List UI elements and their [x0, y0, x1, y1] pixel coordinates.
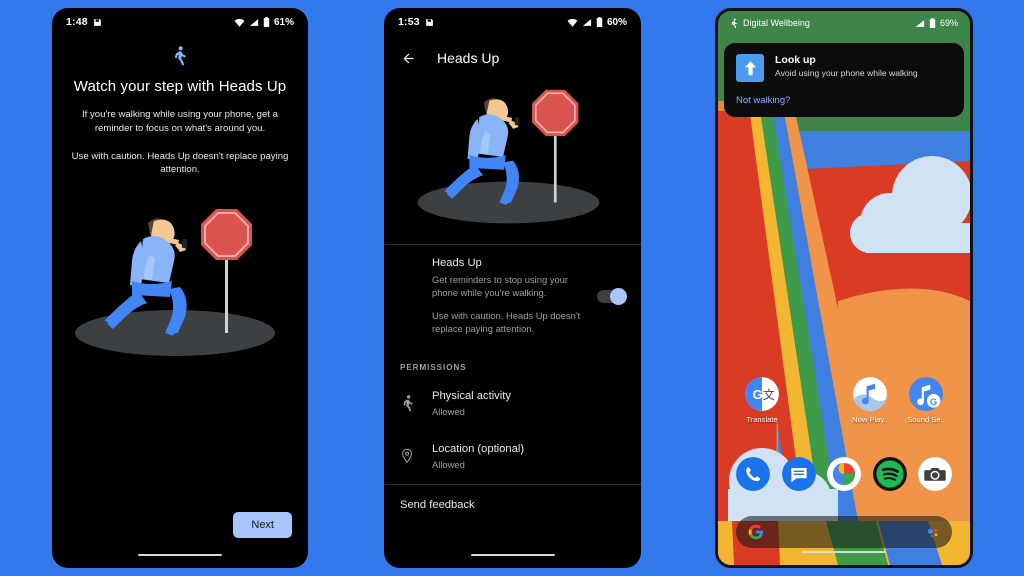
messages-icon[interactable] [781, 457, 816, 491]
next-button-wrap: Next [233, 512, 292, 538]
signal-icon [249, 18, 259, 27]
app-translate[interactable]: G 文 Translate [734, 377, 790, 424]
battery-percent: 60% [606, 16, 627, 28]
status-bar-phone2: 1:53 60% [384, 8, 641, 36]
location-pin-icon [400, 443, 418, 465]
wifi-icon [234, 18, 245, 27]
onboarding-paragraph-1: If you're walking while using your phone… [82, 108, 278, 134]
send-feedback-row[interactable]: Send feedback [384, 485, 641, 525]
walking-illustration [384, 80, 641, 244]
next-button[interactable]: Next [233, 512, 292, 538]
notification-text: Avoid using your phone while walking [775, 68, 918, 78]
not-walking-action-button[interactable]: Not walking? [736, 95, 790, 106]
dock [718, 457, 970, 491]
svg-text:G: G [753, 387, 763, 402]
phone-onboarding: 1:48 61% Watch your step with Heads Up I… [52, 8, 308, 568]
walking-person-icon [66, 46, 294, 66]
wifi-icon [567, 18, 578, 27]
permission-title: Physical activity [432, 390, 511, 403]
permission-row-physical-activity[interactable]: Physical activity Allowed [384, 378, 641, 431]
permission-status: Allowed [432, 406, 465, 418]
google-search-bar[interactable] [736, 516, 952, 548]
page-title: Heads Up [437, 50, 500, 66]
save-icon [93, 18, 102, 27]
screenshot-canvas: 1:48 61% Watch your step with Heads Up I… [0, 0, 1024, 576]
camera-icon[interactable] [918, 457, 952, 491]
notification-title: Look up [775, 54, 816, 66]
app-label: Translate [746, 415, 778, 424]
page-title: Watch your step with Heads Up [73, 78, 287, 95]
status-time: 1:48 [66, 16, 88, 28]
walking-person-icon [730, 18, 738, 29]
heads-up-notification[interactable]: Look up Avoid using your phone while wal… [724, 43, 964, 117]
status-time: 1:53 [398, 16, 420, 28]
running-person-icon [400, 390, 418, 412]
signal-icon [582, 18, 592, 27]
status-app-name: Digital Wellbeing [743, 18, 810, 28]
permissions-section-label: PERMISSIONS [400, 363, 467, 373]
home-indicator[interactable] [470, 553, 555, 556]
svg-text:文: 文 [763, 388, 775, 402]
onboarding-paragraph-2: Use with caution. Heads Up doesn't repla… [71, 150, 289, 176]
battery-icon [263, 17, 270, 27]
heads-up-desc-1: Get reminders to stop using your phone w… [432, 274, 569, 299]
heads-up-switch[interactable] [597, 287, 627, 305]
spotify-icon[interactable] [872, 457, 907, 491]
home-indicator[interactable] [138, 553, 222, 556]
phone-settings: 1:53 60% Heads Up Heads Up Get reminders… [384, 8, 641, 568]
permission-title: Location (optional) [432, 443, 525, 456]
app-now-playing[interactable]: Now Play.. [842, 377, 898, 424]
walking-illustration [66, 203, 294, 363]
app-sound-search[interactable]: G Sound Se.. [898, 377, 954, 424]
battery-percent: 61% [273, 16, 294, 28]
status-bar-phone1: 1:48 61% [52, 8, 308, 36]
save-icon [425, 18, 434, 27]
status-bar-phone3: Digital Wellbeing 69% [718, 11, 970, 35]
phone-icon[interactable] [736, 457, 770, 491]
app-label: Now Play.. [852, 415, 888, 424]
app-bar: Heads Up [384, 36, 641, 80]
permission-status: Allowed [432, 459, 465, 471]
look-up-arrow-icon [736, 54, 764, 82]
now-playing-icon [853, 377, 887, 411]
svg-text:G: G [930, 397, 937, 407]
row-icon-spacer [400, 257, 418, 262]
google-photos-icon[interactable] [827, 457, 861, 491]
google-translate-icon: G 文 [745, 377, 779, 411]
app-label: Sound Se.. [907, 415, 945, 424]
home-indicator[interactable] [802, 550, 886, 553]
google-assistant-icon[interactable] [925, 525, 940, 540]
battery-icon [929, 18, 936, 28]
onboarding-content: Watch your step with Heads Up If you're … [52, 46, 308, 363]
phone-home-screen: Digital Wellbeing 69% Look up Avoid usin… [715, 8, 973, 568]
battery-icon [596, 17, 603, 27]
arrow-back-icon[interactable] [400, 51, 417, 66]
sound-search-icon: G [909, 377, 943, 411]
battery-percent: 69% [939, 18, 958, 28]
signal-icon [915, 19, 925, 28]
permission-row-location[interactable]: Location (optional) Allowed [384, 431, 641, 484]
heads-up-desc-2: Use with caution. Heads Up doesn't repla… [432, 309, 581, 335]
switch-knob [610, 287, 627, 305]
app-grid: G 文 Translate Now Play.. G Sound Se.. [718, 377, 970, 424]
google-g-icon [748, 524, 764, 540]
heads-up-title: Heads Up [432, 257, 482, 269]
heads-up-toggle-row[interactable]: Heads Up Get reminders to stop using you… [384, 245, 641, 349]
